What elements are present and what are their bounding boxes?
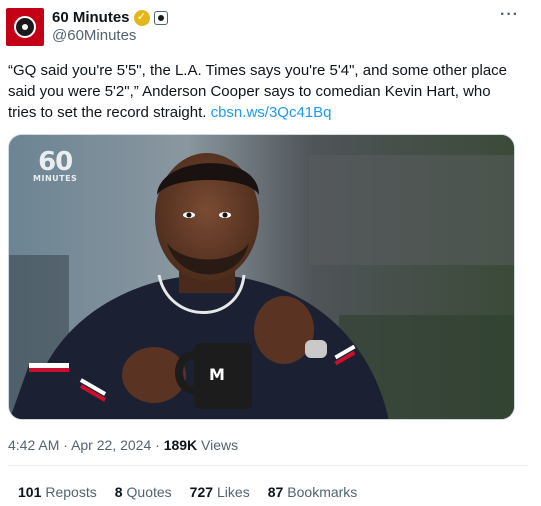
affiliate-badge-icon[interactable] <box>153 10 168 25</box>
views-label: Views <box>201 437 239 453</box>
60-minutes-watermark: 60 MINUTES <box>33 149 77 183</box>
likes-stat[interactable]: 727 Likes <box>190 484 250 500</box>
quotes-label: Quotes <box>126 484 172 500</box>
tweet-link[interactable]: cbsn.ws/3Qc41Bq <box>211 104 332 121</box>
more-options-icon[interactable]: ··· <box>500 6 519 24</box>
bookmarks-label: Bookmarks <box>287 484 358 500</box>
author-handle[interactable]: @60Minutes <box>52 27 136 44</box>
watermark-word: MINUTES <box>33 174 78 183</box>
avatar[interactable] <box>6 8 44 46</box>
views-count: 189K <box>163 437 198 453</box>
reposts-label: Reposts <box>45 484 97 500</box>
kevin-hart-photo: M <box>9 135 514 419</box>
tweet-meta: 4:42 AM · Apr 22, 2024 · 189K Views <box>8 437 238 453</box>
quotes-count: 8 <box>114 484 123 500</box>
quotes-stat[interactable]: 8 Quotes <box>115 484 172 500</box>
bookmarks-stat[interactable]: 87 Bookmarks <box>268 484 358 500</box>
verified-badge-icon[interactable]: ✓ <box>133 9 150 26</box>
svg-text:M: M <box>209 365 225 384</box>
likes-label: Likes <box>217 484 250 500</box>
tweet-text: “GQ said you're 5'5", the L.A. Times say… <box>8 60 523 123</box>
author-name-row: 60 Minutes ✓ <box>52 9 168 26</box>
meta-separator-2: · <box>155 437 160 453</box>
tweet-date[interactable]: Apr 22, 2024 <box>71 437 151 453</box>
divider <box>8 465 528 466</box>
tweet-time[interactable]: 4:42 AM <box>8 437 59 453</box>
tweet: 60 Minutes ✓ @60Minutes ··· “GQ said you… <box>0 0 541 506</box>
engagement-stats: 101 Reposts 8 Quotes 727 Likes 87 Bookmarks <box>18 484 357 500</box>
meta-separator: · <box>63 437 68 453</box>
bookmarks-count: 87 <box>267 484 284 500</box>
stopwatch-logo-icon <box>14 16 36 38</box>
tweet-media-image[interactable]: M 60 MINUTES <box>8 134 515 420</box>
author-display-name[interactable]: 60 Minutes <box>52 9 130 26</box>
reposts-stat[interactable]: 101 Reposts <box>18 484 97 500</box>
likes-count: 727 <box>189 484 214 500</box>
reposts-count: 101 <box>18 484 42 500</box>
watermark-number: 60 <box>38 147 73 177</box>
